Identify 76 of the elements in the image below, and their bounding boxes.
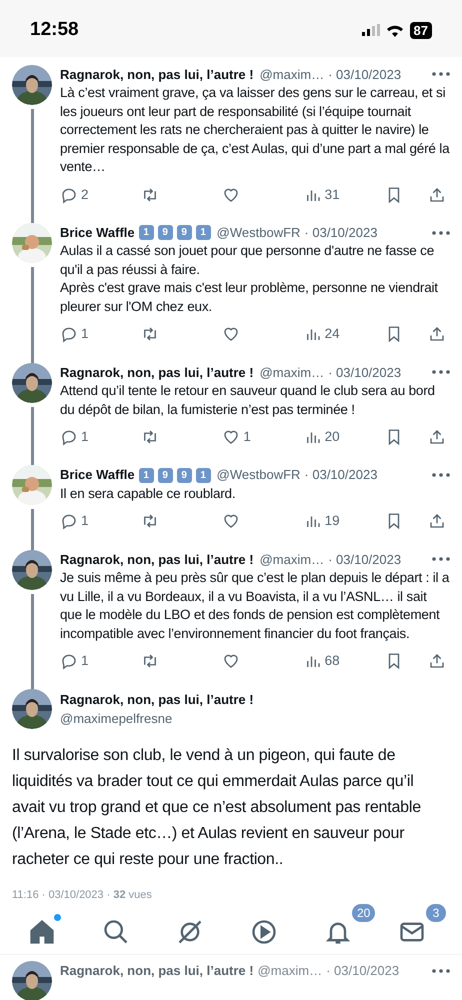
more-icon[interactable] — [432, 230, 450, 234]
status-time: 12:58 — [30, 18, 79, 42]
search-icon[interactable] — [102, 918, 130, 946]
author-name[interactable]: Ragnarok, non, pas lui, l’autre ! — [60, 362, 254, 382]
stat-count: 1 — [81, 512, 89, 530]
reply-text: Aulas il a cassé son jouet pour que personne d'autre ne fasse ce qu'il a pas réussi à faire. Après c'est grave mais c'est leur problème, personne ne viendrait pleurer sur l'OM chez eux. — [60, 242, 439, 316]
post-date: · 03/10/2023 — [304, 466, 378, 484]
author-handle[interactable]: @maximepelfresne — [60, 709, 254, 729]
stat-count: 1 — [81, 652, 89, 670]
number-tile: 1 — [196, 468, 211, 482]
author-handle[interactable]: @WestbowFR — [216, 222, 300, 242]
play-icon[interactable] — [250, 918, 278, 946]
number-tile: 9 — [176, 468, 192, 482]
reply-text: Je suis même à peu près sûr que c’est le plan depuis le départ : il a vu Lille, il a vu Bordeaux, il a vu Boavista, il a vu l’ASNL… il sait que le modèle du LBO et des fonds de pension est complètement incompatible avec l’environnement financier du foot français. — [60, 569, 450, 643]
reply-icon[interactable] — [60, 512, 78, 530]
share-icon[interactable] — [428, 186, 446, 204]
home-icon[interactable] — [28, 918, 56, 946]
stat-count: 20 — [324, 428, 340, 446]
number-tile: 1 — [138, 225, 154, 240]
count-badge: 20 — [352, 904, 376, 922]
heart-icon[interactable] — [222, 325, 240, 344]
more-icon[interactable] — [432, 370, 450, 374]
more-icon[interactable] — [432, 72, 450, 76]
author-name[interactable]: Brice Waffle — [60, 222, 135, 242]
author-name[interactable]: Ragnarok, non, pas lui, l’autre ! — [60, 64, 254, 84]
post-meta: 11:16 · 03/10/2023 · 32 vues — [12, 888, 153, 904]
battery-level: 87 — [410, 22, 432, 39]
author-handle[interactable]: @maxim… — [260, 362, 324, 382]
reply-icon[interactable] — [60, 186, 78, 204]
number-tile: 1 — [196, 225, 211, 240]
number-tile: 1 — [138, 468, 154, 482]
reply-icon[interactable] — [60, 325, 78, 344]
stat-count: 1 — [81, 428, 89, 446]
share-icon[interactable] — [428, 325, 446, 344]
reply-icon[interactable] — [60, 652, 78, 670]
heart-icon[interactable] — [222, 512, 240, 530]
stat-count: 1 — [81, 325, 89, 344]
stat-count: 1 — [243, 428, 251, 446]
share-icon[interactable] — [428, 428, 446, 446]
post-date: · 03/10/2023 — [328, 550, 402, 568]
reply-text: Il en sera capable ce roublard. — [60, 484, 236, 503]
author-name[interactable]: Ragnarok, non, pas lui, l’autre ! — [60, 960, 254, 980]
count-badge: 3 — [426, 904, 446, 922]
stat-count: 24 — [324, 325, 340, 344]
stat-count: 19 — [324, 512, 340, 530]
share-icon[interactable] — [428, 652, 446, 670]
wifi-icon — [386, 24, 404, 37]
author-handle[interactable]: @WestbowFR — [216, 465, 300, 485]
author-handle[interactable]: @maxim… — [260, 64, 324, 84]
heart-icon[interactable] — [222, 652, 240, 670]
reply-icon[interactable] — [60, 428, 78, 446]
stat-count: 2 — [81, 186, 89, 204]
share-icon[interactable] — [428, 512, 446, 530]
author-handle[interactable]: @maxim… — [260, 550, 324, 569]
post-date: · 03/10/2023 — [328, 364, 402, 382]
slash-circle-icon[interactable] — [176, 918, 204, 946]
stat-count: 68 — [324, 652, 340, 670]
heart-icon[interactable] — [222, 428, 240, 446]
author-handle[interactable]: @maxim… — [258, 960, 322, 980]
more-icon[interactable] — [432, 557, 450, 562]
number-tile: 9 — [176, 225, 192, 240]
post-date: · 03/10/2023 — [328, 66, 402, 84]
reply-text: Là c’est vraiment grave, ça va laisser des gens sur le carreau, et si les joueurs ont leur part de responsabilité (si l’équipe tournait correctement les rats ne chercheraient pas à quitter le navire) le premier responsable de ça, c’est Aulas, qui d’une part a mal géré la vente… — [60, 84, 450, 176]
number-tile: 9 — [158, 468, 173, 482]
more-icon[interactable] — [432, 968, 450, 973]
author-name[interactable]: Brice Waffle — [60, 465, 135, 485]
number-tile: 9 — [158, 225, 173, 240]
post-text: Il survalorise son club, le vend à un pigeon, qui faute de liquidités va brader tout ce qui emmerdait Aulas parce qu’il avait vu trop grand et que ce n’est absolument pas rentable (l’Arena, le Stade etc…) et Aulas revient en sauveur pour racheter ce qui reste pour une fraction.. — [12, 746, 422, 870]
more-icon[interactable] — [432, 473, 450, 477]
post-date: · 03/10/2023 — [304, 224, 378, 242]
author-name[interactable]: Ragnarok, non, pas lui, l’autre ! — [60, 550, 254, 569]
signal-icon — [362, 24, 380, 36]
author-name[interactable]: Ragnarok, non, pas lui, l’autre ! — [60, 690, 254, 710]
reply-text: Attend qu’il tente le retour en sauveur quand le club sera au bord du dépôt de bilan, la fumisterie n’est pas terminée ! — [60, 382, 436, 419]
post-date: · 03/10/2023 — [326, 962, 400, 980]
stat-count: 31 — [324, 186, 340, 204]
